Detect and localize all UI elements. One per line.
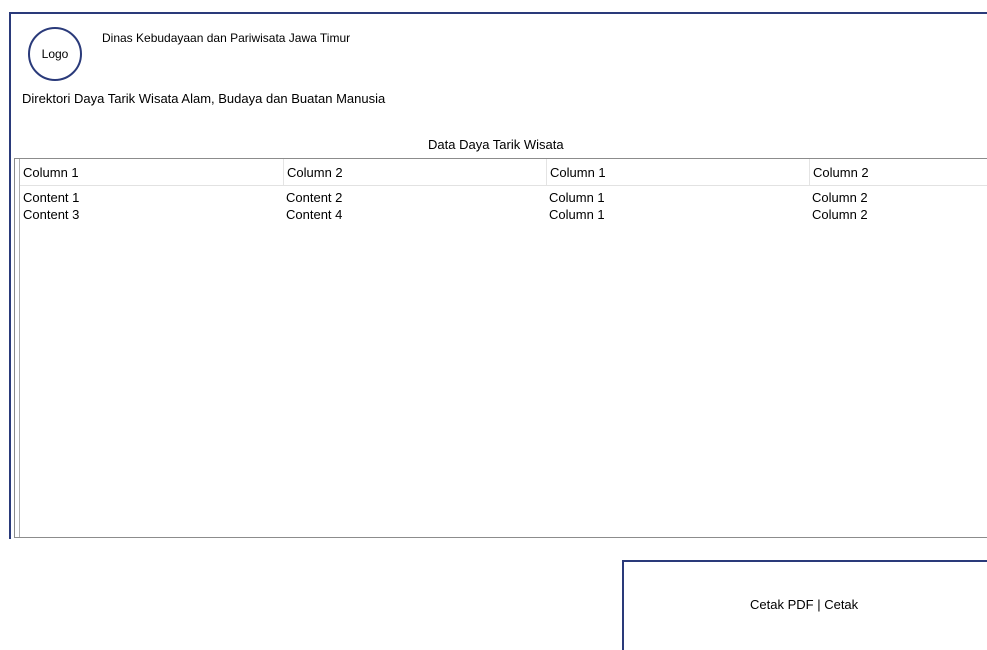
page-subtitle: Direktori Daya Tarik Wisata Alam, Budaya… — [22, 91, 386, 106]
table-cell: Column 1 — [549, 207, 605, 222]
logo-text: Logo — [41, 47, 69, 61]
footer-actions: Cetak PDF | Cetak — [750, 597, 858, 612]
print-pdf-link[interactable]: Cetak PDF — [750, 597, 814, 612]
column-header[interactable]: Column 2 — [809, 159, 987, 185]
table-header: Column 1 Column 2 Column 1 Column 2 — [20, 159, 987, 186]
print-link[interactable]: Cetak — [824, 597, 858, 612]
table-cell: Content 2 — [286, 190, 343, 205]
organization-name: Dinas Kebudayaan dan Pariwisata Jawa Tim… — [102, 31, 351, 45]
table-cell: Content 3 — [23, 207, 80, 222]
table-caption: Data Daya Tarik Wisata — [428, 137, 564, 152]
table-row[interactable]: Content 3 Content 4 Column 1 Column 2 — [20, 206, 987, 223]
column-header[interactable]: Column 2 — [283, 159, 546, 185]
table-cell: Column 2 — [812, 190, 868, 205]
table-cell: Column 1 — [549, 190, 605, 205]
table-cell: Content 4 — [286, 207, 343, 222]
table-cell: Column 2 — [812, 207, 868, 222]
data-table[interactable]: Column 1 Column 2 Column 1 Column 2 Cont… — [14, 158, 987, 538]
column-header[interactable]: Column 1 — [20, 159, 283, 185]
table-row[interactable]: Content 1 Content 2 Column 1 Column 2 — [20, 189, 987, 206]
column-header[interactable]: Column 1 — [546, 159, 809, 185]
logo: Logo — [28, 27, 82, 81]
table-cell: Content 1 — [23, 190, 80, 205]
